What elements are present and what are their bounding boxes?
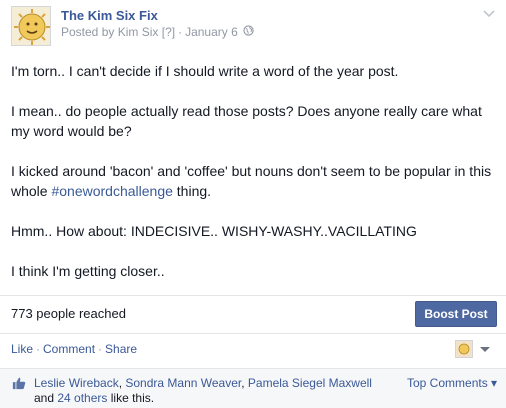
actor-selector[interactable]: [455, 340, 490, 358]
liker-name-link[interactable]: Sondra Mann Weaver: [125, 376, 241, 390]
author-name[interactable]: Kim Six: [118, 25, 159, 39]
action-separator: ·: [36, 342, 41, 356]
meta-separator: ·: [178, 25, 183, 39]
liker-name-link[interactable]: Leslie Wireback: [34, 376, 119, 390]
share-link[interactable]: Share: [105, 342, 137, 356]
liker-separator: ,: [241, 376, 248, 390]
liker-name-link[interactable]: Pamela Siegel Maxwell: [248, 376, 372, 390]
facebook-post: The Kim Six Fix Posted by Kim Six [?] · Ja…: [0, 0, 506, 408]
help-marker[interactable]: [?]: [162, 25, 175, 39]
paragraph-text: thing.: [172, 183, 212, 199]
dropdown-caret-icon: [480, 346, 490, 352]
like-link[interactable]: Like: [11, 342, 33, 356]
hashtag-link[interactable]: #onewordchallenge: [51, 183, 172, 199]
likers-summary: Leslie Wireback, Sondra Mann Weaver, Pam…: [34, 376, 394, 406]
actor-avatar-icon: [455, 340, 473, 358]
divider: [0, 295, 506, 296]
post-paragraph: I mean.. do people actually read those p…: [11, 103, 482, 139]
top-comments-dropdown[interactable]: Top Comments ▾: [407, 376, 497, 390]
post-date-link[interactable]: January 6: [185, 25, 238, 39]
comment-link[interactable]: Comment: [43, 342, 95, 356]
post-paragraph: I kicked around 'bacon' and 'coffee' but…: [11, 161, 499, 201]
page-name-link[interactable]: The Kim Six Fix: [61, 8, 158, 23]
post-paragraph: I'm torn.. I can't decide if I should wr…: [11, 63, 399, 79]
thumbs-up-icon: [12, 376, 26, 390]
reach-count[interactable]: 773 people reached: [11, 306, 126, 321]
divider: [0, 333, 506, 334]
boost-post-button[interactable]: Boost Post: [415, 301, 497, 327]
post-body: I'm torn.. I can't decide if I should wr…: [11, 61, 499, 281]
likers-tail: like this.: [107, 391, 155, 405]
likers-and: and: [34, 391, 58, 405]
post-paragraph: I think I'm getting closer..: [11, 263, 165, 279]
chevron-down-icon[interactable]: [482, 6, 496, 20]
post-actions: Like · Comment · Share: [11, 342, 137, 356]
page-avatar-icon[interactable]: [11, 6, 51, 46]
globe-icon[interactable]: [243, 25, 254, 39]
post-meta: Posted by Kim Six [?] · January 6: [61, 25, 254, 39]
posted-by-label: Posted by: [61, 25, 115, 39]
action-separator: ·: [98, 342, 103, 356]
others-link[interactable]: 24 others: [57, 391, 107, 405]
post-paragraph: Hmm.. How about: INDECISIVE.. WISHY-WASH…: [11, 223, 417, 239]
